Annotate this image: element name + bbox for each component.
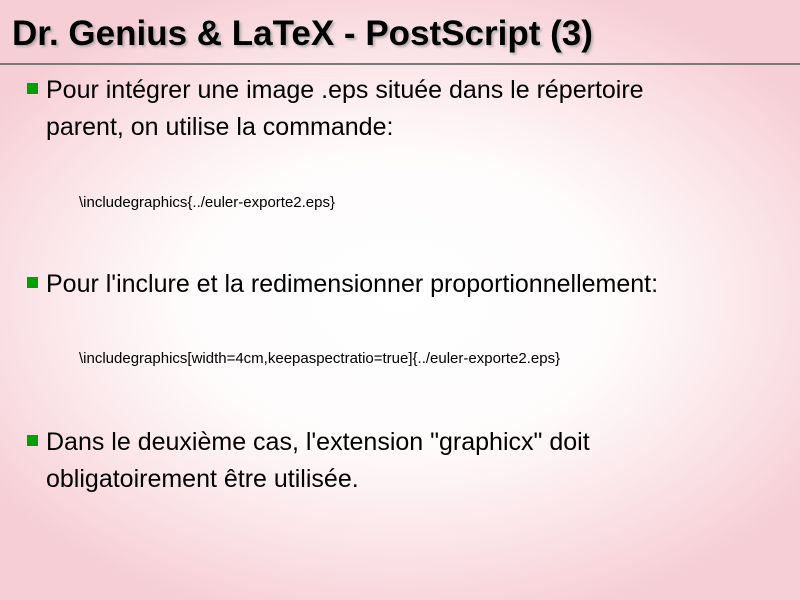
bullet-square-icon [27, 83, 38, 94]
bullet-item-1: Pour intégrer une image .eps située dans… [27, 72, 644, 146]
bullet-item-3: Dans le deuxième cas, l'extension "graph… [27, 424, 590, 498]
bullet-line: Pour l'inclure et la redimensionner prop… [46, 270, 659, 298]
bullet-square-icon [27, 435, 38, 446]
bullet-line: parent, on utilise la commande: [46, 113, 394, 141]
bullet-line: Dans le deuxième cas, l'extension "graph… [46, 428, 590, 456]
bullet-square-icon [27, 277, 38, 288]
bullet-item-2: Pour l'inclure et la redimensionner prop… [27, 266, 658, 303]
code-example-1: \includegraphics{../euler-exporte2.eps} [79, 194, 335, 211]
bullet-line: Pour intégrer une image .eps située dans… [46, 76, 644, 104]
code-example-2: \includegraphics[width=4cm,keepaspectrat… [79, 350, 561, 367]
bullet-text: Dans le deuxième cas, l'extension "graph… [46, 424, 590, 498]
title-divider [0, 63, 800, 65]
bullet-text: Pour l'inclure et la redimensionner prop… [46, 266, 658, 303]
slide-title: Dr. Genius & LaTeX - PostScript (3) [12, 14, 593, 53]
bullet-text: Pour intégrer une image .eps située dans… [46, 72, 644, 146]
bullet-line: obligatoirement être utilisée. [46, 465, 359, 493]
slide: Dr. Genius & LaTeX - PostScript (3) Pour… [0, 0, 800, 600]
